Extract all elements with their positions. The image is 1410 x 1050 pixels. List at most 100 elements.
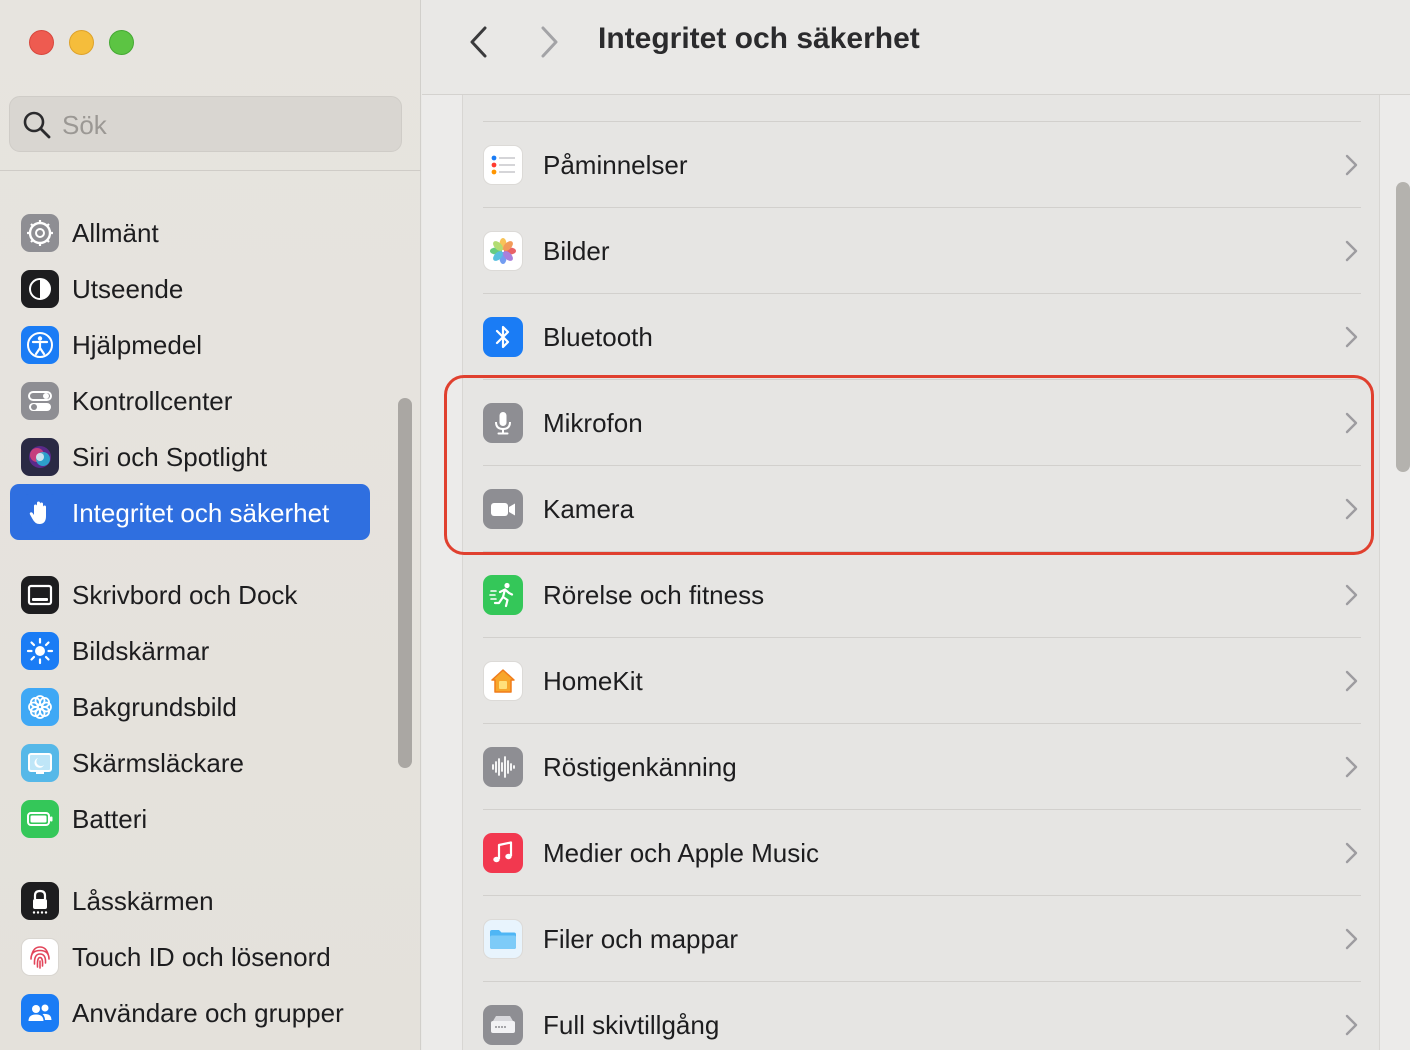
battery-icon	[21, 800, 59, 838]
sidebar-item-label: Bildskärmar	[72, 636, 210, 666]
chevron-right-icon	[1345, 240, 1358, 262]
row-label: Röstigenkänning	[543, 752, 737, 782]
list-row-bluetooth[interactable]: Bluetooth	[463, 294, 1381, 380]
sidebar-item-label: Bakgrundsbild	[72, 692, 237, 722]
photos-icon	[483, 231, 523, 271]
row-label: Rörelse och fitness	[543, 580, 765, 610]
sidebar-item-appearance[interactable]: Utseende	[10, 260, 370, 316]
chevron-right-icon	[1345, 498, 1358, 520]
list-row-media-apple-music[interactable]: Medier och Apple Music	[463, 810, 1381, 896]
list-row-microphone[interactable]: Mikrofon	[463, 380, 1381, 466]
sidebar-item-label: Användare och grupper	[72, 998, 344, 1028]
row-label: Påminnelser	[543, 150, 688, 180]
sidebar-item-label: Integritet och säkerhet	[72, 498, 330, 528]
sidebar-item-siri-spotlight[interactable]: Siri och Spotlight	[10, 428, 370, 484]
microphone-icon	[483, 403, 523, 443]
disk-icon	[483, 1005, 523, 1045]
sidebar-item-screensaver[interactable]: Skärmsläckare	[10, 734, 370, 790]
sidebar-scrollbar[interactable]	[398, 398, 412, 768]
chevron-right-icon	[1345, 1014, 1358, 1036]
chevron-right-icon	[1345, 154, 1358, 176]
sidebar-item-label: Siri och Spotlight	[72, 442, 268, 472]
main-content: Integritet och säkerhet Påminnelser Bild…	[422, 0, 1410, 1050]
sidebar-item-battery[interactable]: Batteri	[10, 790, 370, 846]
chevron-right-icon	[1345, 412, 1358, 434]
dock-icon	[21, 576, 59, 614]
sidebar-item-accessibility[interactable]: Hjälpmedel	[10, 316, 370, 372]
lock-icon	[21, 882, 59, 920]
chevron-right-icon	[1345, 756, 1358, 778]
list-row-full-disk-access[interactable]: Full skivtillgång	[463, 982, 1381, 1050]
list-row-speech-recognition[interactable]: Röstigenkänning	[463, 724, 1381, 810]
screensaver-icon	[21, 744, 59, 782]
chevron-right-icon	[1345, 670, 1358, 692]
accessibility-icon	[21, 326, 59, 364]
list-row-files-folders[interactable]: Filer och mappar	[463, 896, 1381, 982]
reminders-icon	[483, 145, 523, 185]
sidebar-item-general[interactable]: Allmänt	[10, 204, 370, 260]
row-label: Kamera	[543, 494, 635, 524]
appearance-icon	[21, 270, 59, 308]
chevron-left-icon	[470, 26, 487, 58]
row-label: Bluetooth	[543, 322, 653, 352]
chevron-right-icon	[1345, 326, 1358, 348]
row-label: Filer och mappar	[543, 924, 739, 954]
row-label: Medier och Apple Music	[543, 838, 820, 868]
sidebar-item-label: Batteri	[72, 804, 148, 834]
sidebar-item-label: Skrivbord och Dock	[72, 580, 298, 610]
chevron-right-icon	[1345, 584, 1358, 606]
forward-button[interactable]	[528, 20, 572, 64]
row-label: HomeKit	[543, 666, 643, 696]
siri-icon	[21, 438, 59, 476]
sidebar-item-label: Utseende	[72, 274, 184, 304]
sidebar-item-wallpaper[interactable]: Bakgrundsbild	[10, 678, 370, 734]
gear-icon	[21, 214, 59, 252]
users-icon	[21, 994, 59, 1032]
sidebar-item-displays[interactable]: Bildskärmar	[10, 622, 370, 678]
privacy-list: Påminnelser Bilder Bluetooth Mikrofon Ka…	[462, 60, 1380, 1050]
toolbar: Integritet och säkerhet	[422, 0, 1410, 95]
flower-icon	[21, 688, 59, 726]
toggles-icon	[21, 382, 59, 420]
search-input[interactable]	[62, 105, 382, 145]
sidebar-item-label: Kontrollcenter	[72, 386, 233, 416]
minimize-window-button[interactable]	[69, 30, 94, 55]
list-row-camera[interactable]: Kamera	[463, 466, 1381, 552]
search-field[interactable]	[9, 96, 402, 152]
fingerprint-icon	[21, 938, 59, 976]
sun-icon	[21, 632, 59, 670]
row-label: Full skivtillgång	[543, 1010, 720, 1040]
sidebar-item-control-center[interactable]: Kontrollcenter	[10, 372, 370, 428]
folder-icon	[483, 919, 523, 959]
music-icon	[483, 833, 523, 873]
sidebar-item-privacy-security[interactable]: Integritet och säkerhet	[10, 484, 370, 540]
close-window-button[interactable]	[29, 30, 54, 55]
search-icon	[23, 111, 51, 139]
list-row-motion-fitness[interactable]: Rörelse och fitness	[463, 552, 1381, 638]
sidebar-item-touch-id[interactable]: Touch ID och lösenord	[10, 928, 370, 984]
row-label: Bilder	[543, 236, 610, 266]
list-row-homekit[interactable]: HomeKit	[463, 638, 1381, 724]
list-row-reminders[interactable]: Påminnelser	[463, 122, 1381, 208]
waveform-icon	[483, 747, 523, 787]
chevron-right-icon	[1345, 928, 1358, 950]
zoom-window-button[interactable]	[109, 30, 134, 55]
list-row-photos[interactable]: Bilder	[463, 208, 1381, 294]
sidebar-item-label: Hjälpmedel	[72, 330, 203, 360]
camera-icon	[483, 489, 523, 529]
hand-icon	[21, 494, 59, 532]
sidebar-item-label: Touch ID och lösenord	[72, 942, 331, 972]
bluetooth-icon	[483, 317, 523, 357]
sidebar-item-label: Allmänt	[72, 218, 159, 248]
page-title: Integritet och säkerhet	[598, 22, 920, 55]
sidebar-item-users-groups[interactable]: Användare och grupper	[10, 984, 370, 1040]
fitness-icon	[483, 575, 523, 615]
home-icon	[483, 661, 523, 701]
main-scrollbar[interactable]	[1396, 182, 1410, 472]
sidebar-item-lock-screen[interactable]: Låsskärmen	[10, 872, 370, 928]
back-button[interactable]	[456, 20, 500, 64]
sidebar-divider	[0, 170, 421, 171]
sidebar-item-label: Skärmsläckare	[72, 748, 244, 778]
sidebar-item-desktop-dock[interactable]: Skrivbord och Dock	[10, 566, 370, 622]
chevron-right-icon	[1345, 842, 1358, 864]
